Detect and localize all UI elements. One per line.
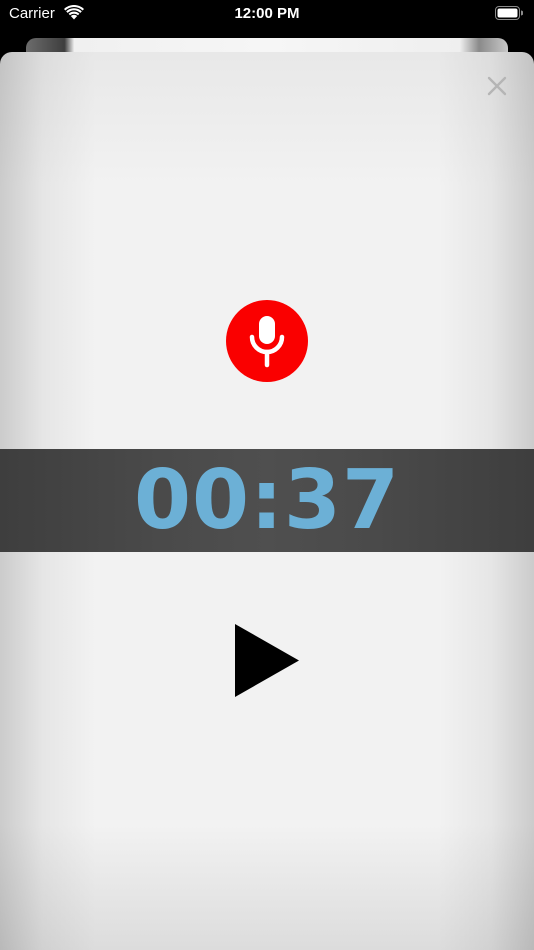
status-bar: Carrier 12:00 PM — [0, 0, 534, 30]
record-button[interactable] — [226, 300, 308, 382]
play-icon[interactable] — [234, 623, 300, 698]
status-time: 12:00 PM — [234, 5, 300, 22]
close-icon[interactable] — [484, 73, 510, 99]
recorder-sheet: 00:37 — [0, 52, 534, 950]
microphone-icon — [249, 316, 285, 368]
timer-display: 00:37 — [133, 453, 400, 548]
app-screen: Carrier 12:00 PM 00:37 — [0, 0, 534, 950]
battery-icon — [495, 6, 523, 20]
timer-band: 00:37 — [0, 449, 534, 552]
